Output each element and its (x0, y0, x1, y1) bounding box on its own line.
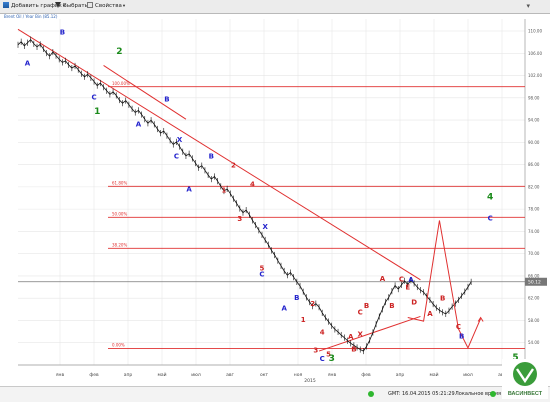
y-tick-label: 110.00 (528, 29, 542, 34)
chart-area[interactable]: янвфевапрмайиюлавгоктнояянвфевапрмайиюла… (0, 13, 550, 386)
wave-label: B (459, 333, 464, 341)
wave-label: C (488, 214, 493, 222)
y-tick-label: 102.00 (528, 73, 542, 78)
status-indicator-icon (490, 391, 496, 398)
fib-level-label: 0.00% (112, 343, 125, 348)
connection-icon (368, 391, 374, 398)
x-tick-label: май (157, 371, 166, 378)
x-tick-label: апр (124, 373, 133, 378)
fib-level-label: 61.80% (112, 181, 127, 186)
x-tick-label: апр (396, 373, 405, 378)
properties-label: Свойства (95, 3, 122, 9)
wave-label: C (358, 308, 363, 316)
wave-label: A (427, 310, 433, 318)
properties-icon (87, 2, 93, 8)
x-year-label: 2015 (304, 378, 316, 384)
wave-label: B (60, 28, 65, 36)
fib-level-label: 100.00% (112, 81, 130, 86)
x-tick-label: фев (361, 372, 371, 378)
logo-text: ВАСИНВЕСТ (508, 391, 543, 397)
x-tick-label: май (429, 371, 438, 378)
window-menu-icon[interactable]: ▾ (526, 2, 530, 10)
wave-label: 2 (116, 47, 122, 57)
wave-label: C (174, 152, 179, 160)
wave-label: X (358, 331, 364, 339)
wave-label: E (405, 284, 410, 292)
wave-label: B (364, 302, 369, 310)
x-tick-label: ноя (294, 373, 303, 378)
wave-label: A (186, 185, 192, 193)
wave-label: 4 (250, 180, 255, 188)
fib-level-label: 38.20% (112, 242, 127, 247)
select-label: Выбрать (63, 3, 88, 9)
chart-legend: Brent Oil / Year Bin (85.12) (4, 14, 58, 19)
wave-label: X (262, 223, 268, 231)
wave-label: A (348, 333, 354, 341)
wave-label: 1 (222, 187, 227, 195)
x-tick-label: фев (89, 372, 99, 378)
wave-label: C (399, 275, 404, 283)
wave-label: A (281, 304, 287, 312)
wave-label: C (456, 323, 461, 331)
gmt-time: GMT: 16.04.2015 05:21:29 (388, 391, 455, 397)
wave-label: B (164, 96, 169, 104)
y-tick-label: 66.00 (528, 273, 540, 278)
x-tick-label: янв (328, 373, 337, 378)
wave-label: A (25, 59, 31, 67)
x-tick-label: июл (191, 373, 201, 378)
trendline (103, 65, 187, 120)
y-tick-label: 74.00 (528, 229, 540, 234)
wave-label: 4 (320, 329, 325, 337)
wave-label: C (91, 94, 96, 102)
wave-label: B (389, 302, 394, 310)
wave-label: X (177, 136, 183, 144)
wave-label: D (411, 299, 417, 307)
y-tick-label: 94.00 (528, 118, 540, 123)
wave-label: C (320, 355, 325, 363)
toolbar: Добавить график▾ Выбрать▾ Свойства▾ ▾ (0, 0, 550, 14)
status-bar: GMT: 16.04.2015 05:21:29 Локальное время (0, 386, 550, 402)
wave-label: 2 (231, 162, 236, 170)
wave-label: B (440, 294, 445, 302)
y-tick-label: 106.00 (528, 51, 542, 56)
chevron-down-icon: ▾ (122, 4, 126, 9)
select-button[interactable]: Выбрать▾ (55, 1, 91, 12)
chart-icon (3, 2, 9, 8)
wave-label: 1 (94, 107, 100, 117)
y-tick-label: 58.00 (528, 318, 540, 323)
wave-label: A (380, 275, 386, 283)
trendline (318, 315, 421, 352)
logo: ВАСИНВЕСТ (502, 359, 548, 399)
price-chart[interactable]: янвфевапрмайиюлавгоктнояянвфевапрмайиюла… (0, 13, 550, 386)
price-tag-label: 50.12 (528, 280, 541, 286)
wave-label: C (259, 271, 264, 279)
y-tick-label: 86.00 (528, 162, 540, 167)
properties-button[interactable]: Свойства▾ (87, 1, 125, 12)
wave-label: B (209, 152, 214, 160)
wave-label: 3 (237, 215, 242, 223)
wave-label: A (136, 120, 142, 128)
wave-label: 2 (310, 300, 315, 308)
fib-level-label: 50.00% (112, 212, 127, 217)
x-tick-label: авг (226, 373, 234, 378)
y-tick-label: 90.00 (528, 140, 540, 145)
y-tick-label: 70.00 (528, 251, 540, 256)
wave-label: 3 (313, 347, 318, 355)
wave-label: B (294, 294, 299, 302)
wave-label: B (351, 346, 356, 354)
y-tick-label: 78.00 (528, 207, 540, 212)
cursor-icon (55, 2, 61, 8)
x-tick-label: июл (463, 373, 473, 378)
y-tick-label: 54.00 (528, 340, 540, 345)
x-tick-label: окт (260, 373, 268, 378)
y-tick-label: 62.00 (528, 296, 540, 301)
y-tick-label: 82.00 (528, 184, 540, 189)
wave-label: 4 (487, 193, 493, 203)
wave-label: 1 (301, 316, 306, 324)
x-tick-label: янв (56, 373, 65, 378)
y-tick-label: 98.00 (528, 95, 540, 100)
wave-label: 3 (329, 354, 335, 364)
